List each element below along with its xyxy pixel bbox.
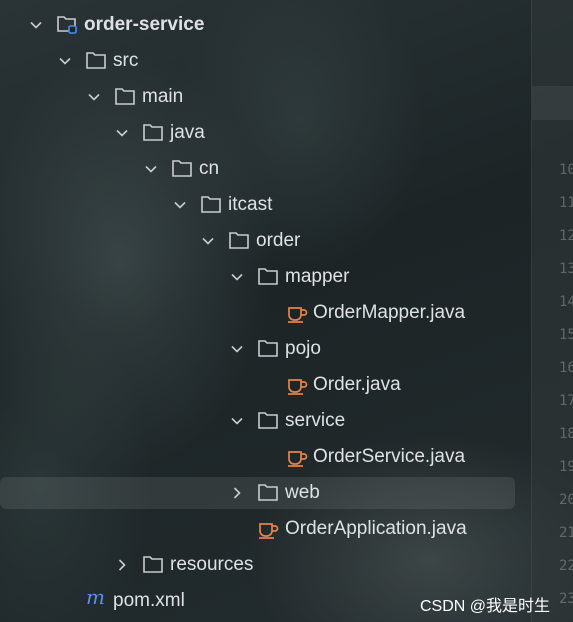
tree-node-itcast[interactable]: itcast (0, 187, 515, 223)
maven-icon: m (85, 585, 107, 609)
tree-node-label: web (285, 482, 320, 503)
chevron-down-icon[interactable] (114, 125, 130, 141)
chevron-down-icon[interactable] (172, 197, 188, 213)
tree-node-order-java[interactable]: Order.java (0, 367, 515, 403)
line-number: 13 (559, 261, 573, 277)
line-number: 22 (559, 558, 573, 574)
tree-node-order-service-java[interactable]: OrderService.java (0, 439, 515, 475)
folder-icon (142, 122, 164, 142)
editor-current-line-highlight (532, 86, 573, 120)
chevron-down-icon[interactable] (143, 161, 159, 177)
chevron-right-icon[interactable] (229, 485, 245, 501)
tree-node-order-application-java[interactable]: OrderApplication.java (0, 511, 515, 547)
tree-node-label: main (142, 86, 184, 107)
chevron-down-icon[interactable] (57, 53, 73, 69)
tree-node-label: service (285, 410, 346, 431)
line-number: 18 (559, 426, 573, 442)
tree-node-order-mapper-java[interactable]: OrderMapper.java (0, 295, 515, 331)
java-class-icon (286, 446, 308, 467)
tree-node-src[interactable]: src (0, 43, 515, 79)
java-class-icon (286, 374, 308, 395)
line-number: 10 (559, 162, 573, 178)
line-number: 12 (559, 228, 573, 244)
folder-icon (114, 86, 136, 106)
tree-node-label: OrderApplication.java (285, 518, 467, 539)
tree-node-java[interactable]: java (0, 115, 515, 151)
line-number: 16 (559, 360, 573, 376)
chevron-down-icon[interactable] (229, 341, 245, 357)
svg-text:m: m (86, 588, 105, 609)
line-number: 20 (559, 492, 573, 508)
tree-node-label: OrderService.java (313, 446, 466, 467)
line-number: 19 (559, 459, 573, 475)
tree-node-web[interactable]: web (0, 477, 515, 509)
folder-icon (85, 50, 107, 70)
chevron-down-icon[interactable] (86, 89, 102, 105)
chevron-down-icon[interactable] (229, 413, 245, 429)
watermark-text: CSDN @我是时生 (420, 598, 551, 615)
tree-node-resources[interactable]: resources (0, 547, 515, 583)
line-number: 21 (559, 525, 573, 541)
chevron-down-icon[interactable] (200, 233, 216, 249)
tree-node-label: itcast (228, 194, 273, 215)
folder-icon (228, 230, 250, 250)
java-class-icon (286, 302, 308, 323)
line-number: 14 (559, 294, 573, 310)
module-folder-icon (56, 14, 78, 34)
chevron-down-icon[interactable] (28, 17, 44, 33)
tree-node-label: java (170, 122, 205, 143)
tree-node-label: resources (170, 554, 254, 575)
tree-node-label: order (256, 230, 301, 251)
tree-node-pojo[interactable]: pojo (0, 331, 515, 367)
tree-node-label: pojo (285, 338, 321, 359)
tree-node-label: mapper (285, 266, 350, 287)
line-number: 17 (559, 393, 573, 409)
chevron-right-icon[interactable] (114, 557, 130, 573)
line-number: 23 (559, 591, 573, 607)
tree-node-label: pom.xml (113, 590, 185, 611)
tree-node-order[interactable]: order (0, 223, 515, 259)
tree-node-cn[interactable]: cn (0, 151, 515, 187)
java-class-icon (257, 518, 279, 539)
folder-icon (257, 410, 279, 430)
tree-node-label: Order.java (313, 374, 401, 395)
folder-icon (257, 482, 279, 502)
tree-node-service[interactable]: service (0, 403, 515, 439)
folder-icon (257, 338, 279, 358)
chevron-down-icon[interactable] (229, 269, 245, 285)
tree-node-label: OrderMapper.java (313, 302, 466, 323)
folder-icon (257, 266, 279, 286)
tree-node-label: order-service (84, 14, 205, 35)
tree-node-main[interactable]: main (0, 79, 515, 115)
folder-icon (142, 554, 164, 574)
folder-icon (200, 194, 222, 214)
tree-node-order-service[interactable]: order-service (0, 7, 515, 43)
tree-node-label: cn (199, 158, 220, 179)
tree-node-label: src (113, 50, 139, 71)
tree-node-mapper[interactable]: mapper (0, 259, 515, 295)
folder-icon (171, 158, 193, 178)
line-number: 15 (559, 327, 573, 343)
line-number: 11 (559, 195, 573, 211)
